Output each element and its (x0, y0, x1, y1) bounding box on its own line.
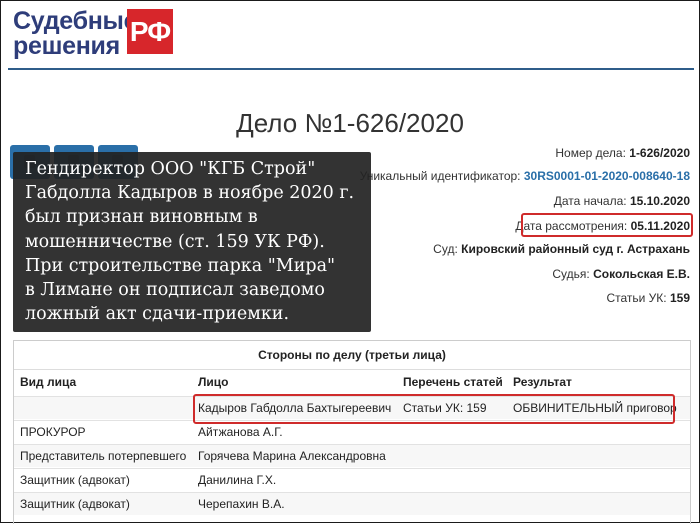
table-row: Защитник (адвокат) Данилина Г.Х. (14, 468, 690, 491)
uid-row: Уникальный идентификатор: 30RS0001-01-20… (360, 169, 690, 183)
caption-line: Гендиректор ООО "КГБ Строй" (25, 159, 316, 179)
court-value: Кировский районный суд г. Астрахань (461, 242, 690, 256)
judge-value: Сокольская Е.В. (593, 267, 690, 281)
caption-line: в Лимане он подписал заведомо (25, 280, 325, 301)
cell-person: Горячева Марина Александровна (198, 449, 386, 463)
logo-line-1: Судебные (13, 7, 138, 35)
articles-label: Статьи УК: (606, 291, 667, 305)
uid-link[interactable]: 30RS0001-01-2020-008640-18 (524, 169, 690, 183)
judge-label: Судья: (552, 267, 590, 281)
case-number-label: Номер дела: (555, 146, 626, 160)
caption-line: Габдолла Кадыров в ноябре 2020 г. (25, 183, 355, 204)
table-row: Представитель потерпевшего Горячева Мари… (14, 444, 690, 467)
logo-badge: РФ (127, 9, 173, 54)
articles-row: Статьи УК: 159 (606, 291, 690, 305)
cell-person: Айтжанова А.Г. (198, 425, 283, 439)
case-number-row: Номер дела: 1-626/2020 (555, 146, 690, 160)
caption-overlay: Гендиректор ООО "КГБ Строй" Габдолла Кад… (13, 152, 371, 332)
caption-line: При строительстве парка "Мира" (25, 255, 336, 276)
site-header: Судебные решения РФ (1, 1, 698, 68)
cell-party-type: Защитник (адвокат) (20, 497, 130, 511)
caption-line: ложный акт сдачи-приемки. (25, 304, 290, 325)
cell-party-type: Защитник (адвокат) (20, 473, 130, 487)
uid-label: Уникальный идентификатор: (359, 169, 521, 183)
review-date-highlight (521, 213, 693, 237)
table-row: Защитник (адвокат) Черепахин В.А. (14, 492, 690, 515)
page-title: Дело №1-626/2020 (236, 108, 464, 138)
table-caption: Стороны по делу (третьи лица) (14, 341, 690, 370)
cell-person: Черепахин В.А. (198, 497, 285, 511)
cell-party-type: ПРОКУРОР (20, 425, 86, 439)
caption-line: мошенничестве (ст. 159 УК РФ). (25, 231, 325, 252)
start-date-row: Дата начала: 15.10.2020 (554, 194, 690, 208)
parties-table: Стороны по делу (третьи лица) Вид лица Л… (13, 340, 691, 524)
court-row: Суд: Кировский районный суд г. Астрахань (433, 242, 690, 256)
cell-person: Данилина Г.Х. (198, 473, 277, 487)
case-number-value: 1-626/2020 (629, 146, 690, 160)
articles-value: 159 (669, 291, 690, 305)
judge-row: Судья: Сокольская Е.В. (552, 267, 690, 281)
header-divider (8, 68, 694, 70)
site-logo[interactable]: Судебные решения (13, 9, 137, 59)
cell-party-type: Представитель потерпевшего (20, 449, 187, 463)
header-articles: Перечень статей (403, 375, 503, 389)
start-date-value: 15.10.2020 (629, 194, 690, 208)
header-result: Результат (513, 375, 572, 389)
header-person: Лицо (198, 375, 229, 389)
caption-line: был признан виновным в (25, 207, 258, 228)
logo-line-2: решения (13, 32, 120, 60)
header-party-type: Вид лица (20, 375, 77, 389)
court-label: Суд: (433, 242, 458, 256)
start-date-label: Дата начала: (553, 194, 627, 208)
defendant-row-highlight (193, 394, 675, 424)
